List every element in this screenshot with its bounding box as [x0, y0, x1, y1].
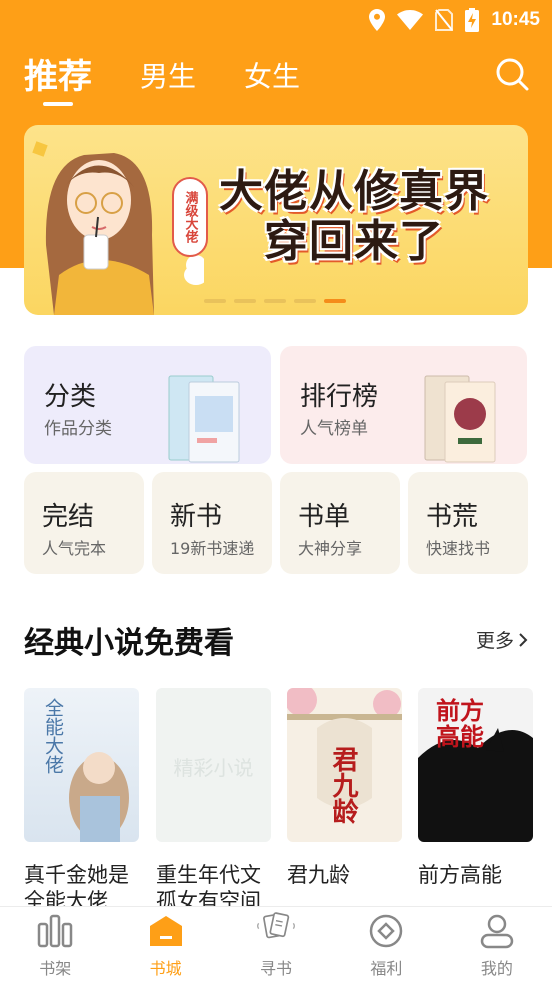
book-cover-text: 精彩小说 — [173, 756, 254, 780]
banner-title: 大佬从修真界 穿回来了 — [194, 167, 514, 267]
banner-title-line1: 大佬从修真界 — [219, 166, 489, 217]
quick-link-book-list[interactable]: 书单 大神分享 — [280, 472, 400, 574]
tab-male-label: 男生 — [140, 60, 197, 93]
book-item[interactable]: 精彩小说 重生年代文孤女有空间 — [156, 688, 271, 914]
tab-recommend-label: 推荐 — [24, 57, 92, 97]
book-cover: 精彩小说 — [156, 688, 271, 842]
category-card-title: 分类 — [44, 382, 97, 412]
quick-link-title: 新书 — [170, 502, 223, 532]
battery-charging-icon — [465, 8, 480, 32]
nav-bookshelf[interactable]: 书架 — [0, 907, 110, 981]
app-root: 10:45 推荐 男生 女生 满级大佬 大佬从修真界 穿回来了 分类 作品分类 … — [0, 0, 552, 981]
top-tabs: 推荐 男生 女生 — [24, 50, 348, 106]
quick-link-finished[interactable]: 完结 人气完本 — [24, 472, 144, 574]
book-cover: 前方高能 — [418, 688, 533, 842]
nav-welfare[interactable]: 福利 — [331, 907, 441, 981]
book-cover: 君九龄 — [287, 688, 402, 842]
quick-link-subtitle: 大神分享 — [298, 539, 363, 558]
ranking-card-title: 排行榜 — [300, 382, 379, 412]
book-cover: 全能大佬 — [24, 688, 139, 842]
banner-dot[interactable] — [204, 299, 226, 303]
search-icon — [496, 58, 529, 91]
banner-dot[interactable] — [234, 299, 256, 303]
quick-link-find-books[interactable]: 书荒 快速找书 — [408, 472, 528, 574]
nav-label: 书城 — [149, 959, 182, 978]
book-item[interactable]: 前方高能 前方高能 — [418, 688, 533, 914]
search-button[interactable] — [494, 56, 530, 92]
wifi-icon — [397, 10, 424, 30]
location-icon — [369, 9, 386, 31]
nav-label: 寻书 — [260, 959, 293, 978]
status-time: 10:45 — [491, 9, 540, 30]
profile-icon — [480, 914, 514, 949]
quick-link-title: 书单 — [298, 502, 351, 532]
book-cover-text: 前方高能 — [436, 696, 484, 751]
book-cover-text: 君九龄 — [328, 746, 358, 824]
bookstore-icon — [149, 916, 182, 946]
quick-link-new-books[interactable]: 新书 19新书速递 — [152, 472, 272, 574]
more-link-label: 更多 — [475, 630, 514, 652]
category-card-subtitle: 作品分类 — [44, 419, 112, 439]
tab-recommend[interactable]: 推荐 — [24, 54, 92, 106]
banner-dot[interactable] — [264, 299, 286, 303]
quick-link-title: 书荒 — [426, 502, 479, 532]
quick-link-subtitle: 快速找书 — [426, 539, 491, 558]
section-title: 经典小说免费看 — [24, 626, 234, 661]
more-link[interactable]: 更多 — [476, 626, 528, 653]
banner-dot-active[interactable] — [324, 299, 346, 303]
bottom-nav: 书架 书城 寻书 福利 我的 — [0, 906, 552, 981]
nav-profile[interactable]: 我的 — [442, 907, 552, 981]
tab-male[interactable]: 男生 — [140, 54, 196, 100]
quick-link-subtitle: 19新书速递 — [170, 539, 255, 558]
find-book-icon — [257, 912, 296, 939]
banner-dot[interactable] — [294, 299, 316, 303]
book-stack-icon — [168, 375, 240, 463]
status-bar: 10:45 — [0, 0, 552, 40]
status-icons: 10:45 — [369, 6, 540, 34]
banner-pagination — [204, 299, 346, 303]
bookshelf-icon — [37, 914, 73, 948]
tab-active-indicator — [43, 102, 73, 106]
promo-banner[interactable]: 满级大佬 大佬从修真界 穿回来了 — [24, 125, 528, 315]
chevron-right-icon — [519, 632, 528, 647]
banner-title-line2: 穿回来了 — [264, 216, 444, 267]
nav-find-book[interactable]: 寻书 — [221, 907, 331, 981]
category-card[interactable]: 分类 作品分类 — [24, 346, 271, 464]
book-stack-icon — [424, 375, 496, 463]
book-item[interactable]: 全能大佬 真千金她是全能大佬 — [24, 688, 139, 914]
nav-label: 书架 — [39, 959, 72, 978]
book-cover-text: 全能大佬 — [42, 698, 64, 774]
ranking-card-subtitle: 人气榜单 — [300, 419, 368, 439]
quick-link-title: 完结 — [42, 502, 95, 532]
nav-label: 我的 — [480, 959, 513, 978]
nav-bookstore[interactable]: 书城 — [110, 907, 220, 981]
tab-female-label: 女生 — [244, 60, 301, 93]
quick-link-subtitle: 人气完本 — [42, 539, 107, 558]
welfare-icon — [370, 914, 403, 948]
ranking-card[interactable]: 排行榜 人气榜单 — [280, 346, 527, 464]
nav-label: 福利 — [370, 959, 403, 978]
tab-female[interactable]: 女生 — [244, 54, 300, 100]
no-sim-icon — [435, 9, 454, 31]
book-item[interactable]: 君九龄 君九龄 — [287, 688, 402, 914]
